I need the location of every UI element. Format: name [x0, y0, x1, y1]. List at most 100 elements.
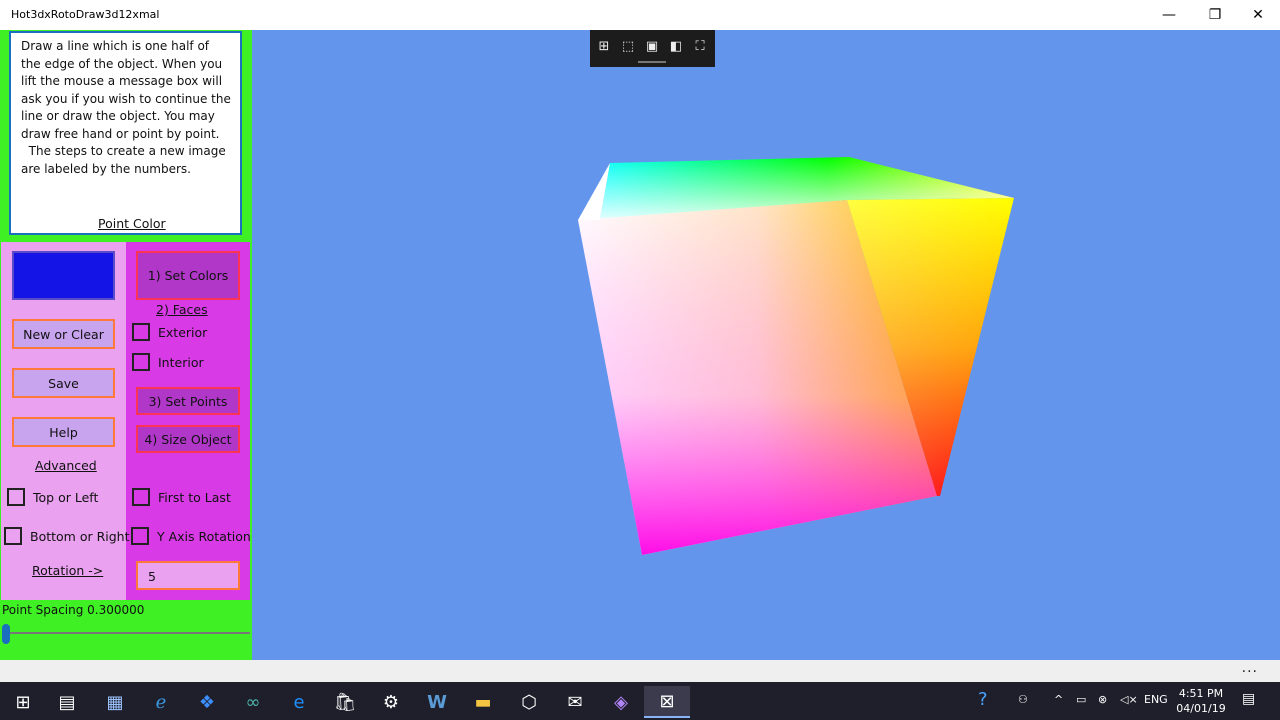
taskbar-mail[interactable]: ✉ [552, 686, 598, 718]
display-layout-adorners-icon[interactable]: ▣ [643, 38, 661, 55]
clock-date: 04/01/19 [1176, 702, 1226, 715]
network-icon[interactable]: ⊗ [1098, 693, 1107, 706]
toolbar-grip[interactable] [638, 61, 666, 63]
taskbar-running-app[interactable]: ⊠ [644, 686, 690, 718]
minimize-button[interactable]: — [1146, 0, 1192, 30]
document-icon: ▦ [106, 691, 124, 713]
render-viewport[interactable] [252, 30, 1280, 660]
xaml-debug-toolbar: ⊞ ⬚ ▣ ◧ ⛶ [590, 30, 715, 67]
bottom-or-right-checkbox[interactable]: Bottom or Right [4, 527, 130, 545]
y-axis-rotation-checkbox-box[interactable] [131, 527, 149, 545]
bottom-or-right-checkbox-box[interactable] [4, 527, 22, 545]
help-button[interactable]: Help [12, 417, 115, 447]
taskbar-word[interactable]: W [414, 686, 460, 718]
dropbox-icon: ❖ [198, 691, 216, 713]
volume-muted-icon[interactable]: ◁× [1120, 693, 1138, 706]
advanced-link[interactable]: Advanced [35, 458, 97, 473]
windows-logo-icon: ⊞ [15, 691, 31, 713]
set-colors-button[interactable]: 1) Set Colors [136, 251, 240, 300]
color-swatch[interactable] [12, 251, 115, 300]
app-window-icon: ⊠ [659, 690, 675, 712]
top-or-left-checkbox[interactable]: Top or Left [7, 488, 98, 506]
size-object-label: 4) Size Object [144, 431, 232, 447]
action-center-icon[interactable]: ▤ [1242, 691, 1255, 707]
task-view-icon: ▤ [58, 691, 76, 713]
window-title: Hot3dxRotoDraw3d12xmal [11, 8, 160, 21]
interior-label: Interior [158, 354, 204, 370]
help-tray-icon[interactable]: ? [978, 689, 988, 710]
taskbar-dropbox[interactable]: ❖ [184, 686, 230, 718]
exterior-checkbox[interactable]: Exterior [132, 323, 207, 341]
point-spacing-label: Point Spacing 0.300000 [2, 603, 145, 617]
new-or-clear-button[interactable]: New or Clear [12, 319, 115, 349]
taskbar-app-1[interactable]: ▦ [92, 686, 138, 718]
more-options-icon[interactable]: ... [1242, 660, 1258, 676]
preview-selection-icon[interactable]: ⛶ [691, 38, 709, 55]
battery-icon[interactable]: ▭ [1076, 693, 1086, 706]
edge-browser-icon: e [293, 691, 305, 713]
top-or-left-checkbox-box[interactable] [7, 488, 25, 506]
instructions-textbox[interactable]: Draw a line which is one half of the edg… [9, 31, 242, 235]
rgb-cube [578, 157, 1014, 555]
taskbar-edge[interactable]: e [276, 686, 322, 718]
set-points-label: 3) Set Points [148, 393, 228, 409]
visual-studio-icon: ◈ [614, 691, 628, 713]
store-icon: 🛍 [333, 691, 357, 713]
exterior-label: Exterior [158, 324, 208, 340]
title-bar: Hot3dxRotoDraw3d12xmal — ❐ ✕ [0, 0, 1280, 30]
track-focus-icon[interactable]: ◧ [667, 38, 685, 55]
first-to-last-checkbox-box[interactable] [132, 488, 150, 506]
save-button[interactable]: Save [12, 368, 115, 398]
rotation-input[interactable]: 5 [136, 561, 240, 590]
live-visual-tree-icon[interactable]: ⊞ [595, 38, 613, 55]
restore-icon: ❐ [1208, 7, 1222, 23]
show-hidden-icons-chevron-icon[interactable]: ^ [1054, 693, 1063, 706]
clock-time: 4:51 PM [1178, 687, 1224, 700]
taskbar-file-explorer[interactable]: ▬ [460, 686, 506, 718]
mail-icon: ✉ [567, 691, 583, 713]
exterior-checkbox-box[interactable] [132, 323, 150, 341]
rotation-link[interactable]: Rotation -> [32, 563, 103, 578]
size-object-button[interactable]: 4) Size Object [136, 425, 240, 453]
app-bottom-bar: ... [0, 660, 1280, 682]
start-button[interactable]: ⊞ [0, 686, 46, 718]
taskbar-arduino[interactable]: ∞ [230, 686, 276, 718]
taskbar-visual-studio[interactable]: ◈ [598, 686, 644, 718]
top-or-left-label: Top or Left [33, 489, 99, 505]
first-to-last-label: First to Last [158, 489, 231, 505]
bottom-or-right-label: Bottom or Right [30, 528, 130, 544]
point-spacing-slider-track[interactable] [6, 632, 250, 634]
language-indicator[interactable]: ENG [1144, 693, 1168, 706]
word-icon: W [427, 691, 447, 713]
taskbar-edge-legacy[interactable]: ℯ [138, 686, 184, 718]
close-icon: ✕ [1252, 7, 1264, 23]
interior-checkbox-box[interactable] [132, 353, 150, 371]
select-element-icon[interactable]: ⬚ [619, 38, 637, 55]
point-color-link[interactable]: Point Color [98, 216, 166, 231]
infinity-icon: ∞ [245, 691, 261, 713]
y-axis-rotation-checkbox[interactable]: Y Axis Rotation [131, 527, 251, 545]
faces-link[interactable]: 2) Faces [156, 302, 208, 317]
save-label: Save [48, 375, 79, 391]
taskbar-3d-viewer[interactable]: ⬡ [506, 686, 552, 718]
gear-icon: ⚙ [382, 691, 400, 713]
taskbar-clock[interactable]: 4:51 PM 04/01/19 [1175, 686, 1227, 716]
edge-icon: ℯ [155, 691, 167, 713]
close-button[interactable]: ✕ [1235, 0, 1280, 30]
taskbar-store[interactable]: 🛍 [322, 686, 368, 718]
point-spacing-slider-thumb[interactable] [2, 624, 10, 644]
folder-icon: ▬ [474, 691, 492, 713]
people-icon[interactable]: ⚇ [1018, 693, 1028, 706]
new-or-clear-label: New or Clear [23, 326, 104, 342]
set-colors-label: 1) Set Colors [147, 268, 229, 283]
left-panel: Draw a line which is one half of the edg… [0, 30, 252, 660]
maximize-button[interactable]: ❐ [1192, 0, 1238, 30]
cube-icon: ⬡ [521, 691, 537, 713]
minimize-icon: — [1162, 7, 1176, 23]
first-to-last-checkbox[interactable]: First to Last [132, 488, 231, 506]
interior-checkbox[interactable]: Interior [132, 353, 204, 371]
task-view-button[interactable]: ▤ [44, 686, 90, 718]
taskbar-settings[interactable]: ⚙ [368, 686, 414, 718]
help-label: Help [49, 424, 78, 440]
set-points-button[interactable]: 3) Set Points [136, 387, 240, 415]
